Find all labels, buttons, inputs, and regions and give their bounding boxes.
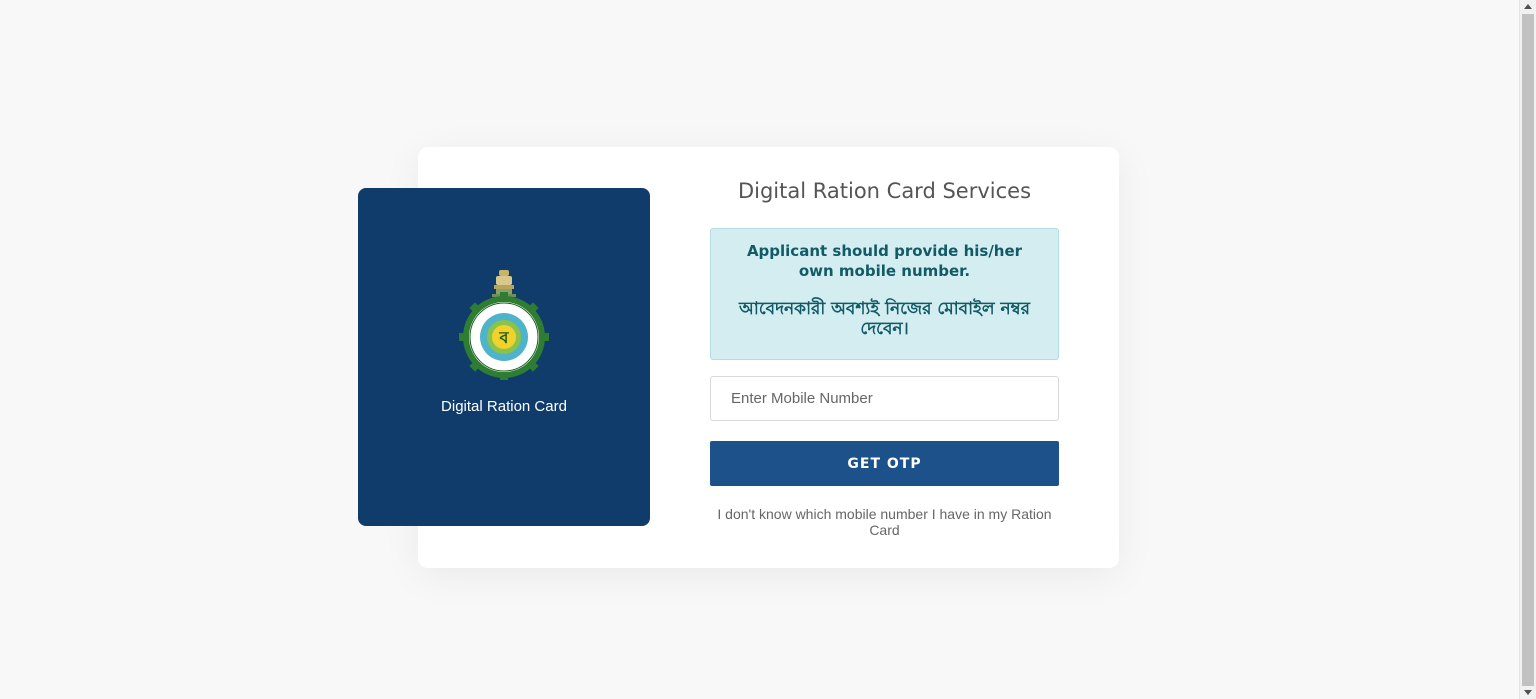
scrollbar-thumb[interactable] — [1522, 14, 1534, 686]
brand-panel: ব Digital Ration Card — [358, 188, 650, 526]
form-title: Digital Ration Card Services — [737, 179, 1032, 203]
page: ব Digital Ration Card Digital Ration Car… — [0, 0, 1536, 699]
notice-english: Applicant should provide his/her own mob… — [746, 242, 1023, 280]
mobile-notice: Applicant should provide his/her own mob… — [710, 228, 1059, 360]
mobile-number-input[interactable] — [710, 376, 1059, 421]
vertical-scrollbar[interactable] — [1519, 0, 1536, 699]
get-otp-button[interactable]: GET OTP — [710, 441, 1059, 486]
scroll-down-arrow-icon[interactable] — [1524, 690, 1532, 695]
otp-form: Digital Ration Card Services Applicant s… — [710, 175, 1059, 538]
scroll-up-arrow-icon[interactable] — [1524, 4, 1532, 9]
svg-text:ব: ব — [499, 328, 510, 347]
brand-label: Digital Ration Card — [441, 398, 567, 415]
unknown-mobile-link[interactable]: I don't know which mobile number I have … — [710, 506, 1059, 538]
west-bengal-govt-emblem-icon: ব — [459, 270, 549, 380]
notice-bengali: আবেদনকারী অবশ্যই নিজের মোবাইল নম্বর দেবে… — [738, 299, 1030, 339]
